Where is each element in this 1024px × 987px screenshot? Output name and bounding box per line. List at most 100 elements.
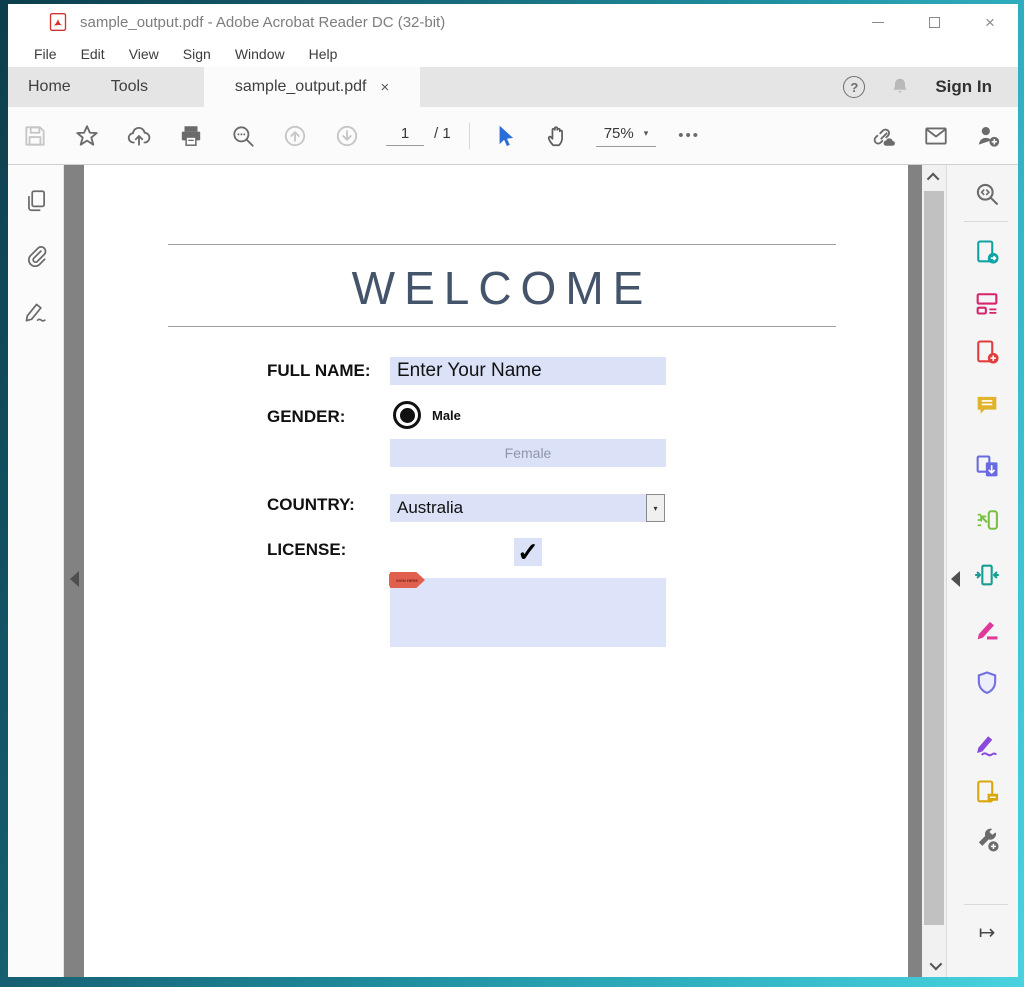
comment-tool[interactable] xyxy=(973,391,1001,419)
gender-male-radio[interactable] xyxy=(393,401,421,429)
window-title: sample_output.pdf - Adobe Acrobat Reader… xyxy=(80,14,445,31)
export-pdf-icon xyxy=(973,238,1001,266)
search-tools-button[interactable] xyxy=(973,180,1001,208)
acrobat-pdf-icon xyxy=(48,12,68,32)
previous-page-button[interactable] xyxy=(282,123,308,149)
page-number-input[interactable]: 1 xyxy=(386,125,424,146)
more-tools-button[interactable] xyxy=(973,826,1001,854)
menu-sign[interactable]: Sign xyxy=(171,46,223,62)
gender-label: GENDER: xyxy=(267,407,345,427)
heading-rule-top xyxy=(168,244,836,245)
protect-tool[interactable] xyxy=(973,669,1001,697)
page-total-label: / 1 xyxy=(434,125,451,142)
full-name-field[interactable]: Enter Your Name xyxy=(390,357,666,385)
select-tool-button[interactable] xyxy=(492,123,518,149)
chevron-down-scroll-icon xyxy=(929,957,942,970)
chevron-down-icon: ▾ xyxy=(644,128,649,139)
collapse-left-pane-arrow[interactable] xyxy=(70,571,79,587)
close-icon: × xyxy=(985,14,995,31)
menu-edit[interactable]: Edit xyxy=(69,46,117,62)
arrow-down-circle-icon xyxy=(334,123,360,149)
close-button[interactable]: × xyxy=(962,4,1018,40)
country-dropdown-button[interactable]: ▾ xyxy=(646,494,665,522)
menu-help[interactable]: Help xyxy=(297,46,350,62)
share-link-button[interactable] xyxy=(871,123,897,149)
fill-sign-pen-icon xyxy=(973,616,1001,644)
send-for-comments-tool[interactable] xyxy=(973,778,1001,806)
create-pdf-icon xyxy=(973,338,1001,366)
email-button[interactable] xyxy=(923,123,949,149)
license-label: LICENSE: xyxy=(267,540,346,560)
search-tools-icon xyxy=(973,180,1001,208)
tab-document[interactable]: sample_output.pdf × xyxy=(204,67,420,107)
scroll-down-button[interactable] xyxy=(922,953,946,977)
zoom-control[interactable]: 75% ▾ xyxy=(596,125,657,147)
document-heading: WELCOME xyxy=(168,261,836,315)
country-label: COUNTRY: xyxy=(267,495,355,515)
scroll-up-button[interactable] xyxy=(922,165,946,189)
panel-divider-bottom xyxy=(964,904,1008,905)
license-checkbox[interactable]: ✓ xyxy=(514,538,542,566)
comment-bubble-icon xyxy=(973,391,1001,419)
menu-bar: File Edit View Sign Window Help xyxy=(8,40,1018,67)
compress-pdf-tool[interactable] xyxy=(973,561,1001,589)
esign-pen-icon xyxy=(973,731,1001,759)
printer-icon xyxy=(178,123,204,149)
scrollbar-thumb[interactable] xyxy=(924,191,944,925)
page-thumbnails-icon[interactable] xyxy=(23,188,49,214)
scan-ocr-tool[interactable] xyxy=(973,506,1001,534)
export-pdf-tool[interactable] xyxy=(973,238,1001,266)
organize-pages-icon xyxy=(973,289,1001,317)
expand-tools-pane-arrow[interactable] xyxy=(951,571,960,587)
cursor-arrow-icon xyxy=(492,123,518,149)
arrow-up-circle-icon xyxy=(282,123,308,149)
minimize-icon xyxy=(872,22,884,23)
open-pane-icon: ↦ xyxy=(979,920,996,945)
save-icon xyxy=(22,123,48,149)
document-comment-icon xyxy=(973,778,1001,806)
vertical-scrollbar[interactable] xyxy=(922,165,946,977)
search-zoom-button[interactable] xyxy=(230,123,256,149)
attachments-paperclip-icon[interactable] xyxy=(23,243,49,269)
signature-pen-icon[interactable] xyxy=(23,299,49,325)
country-dropdown[interactable]: Australia xyxy=(390,494,646,522)
create-pdf-tool[interactable] xyxy=(973,338,1001,366)
sign-in-button[interactable]: Sign In xyxy=(935,77,992,97)
maximize-button[interactable] xyxy=(906,4,962,40)
more-tools-ellipsis-button[interactable]: ••• xyxy=(678,127,700,144)
tab-close-icon[interactable]: × xyxy=(380,79,389,96)
signature-field[interactable] xyxy=(390,578,666,647)
print-button[interactable] xyxy=(178,123,204,149)
menu-window[interactable]: Window xyxy=(223,46,297,62)
save-button[interactable] xyxy=(22,123,48,149)
shield-icon xyxy=(973,669,1001,697)
open-tools-pane-button[interactable]: ↦ xyxy=(973,918,1001,946)
minimize-button[interactable] xyxy=(850,4,906,40)
heading-rule-bottom xyxy=(168,326,836,327)
organize-pages-tool[interactable] xyxy=(973,289,1001,317)
gender-male-option-label: Male xyxy=(432,408,461,423)
next-page-button[interactable] xyxy=(334,123,360,149)
toolbar-divider xyxy=(469,123,470,149)
menu-view[interactable]: View xyxy=(117,46,171,62)
request-esign-tool[interactable] xyxy=(973,731,1001,759)
link-icon xyxy=(871,123,897,149)
right-tools-panel: ↦ xyxy=(946,165,1018,977)
pdf-page: WELCOME FULL NAME: Enter Your Name GENDE… xyxy=(84,165,908,977)
tab-home[interactable]: Home xyxy=(8,67,91,107)
menu-file[interactable]: File xyxy=(22,46,69,62)
maximize-icon xyxy=(929,17,940,28)
hand-tool-button[interactable] xyxy=(544,123,570,149)
document-viewport[interactable]: WELCOME FULL NAME: Enter Your Name GENDE… xyxy=(64,165,922,977)
notifications-bell-icon[interactable] xyxy=(889,76,911,98)
share-cloud-button[interactable] xyxy=(126,123,152,149)
help-icon[interactable]: ? xyxy=(843,76,865,98)
combine-files-tool[interactable] xyxy=(973,453,1001,481)
tab-tools[interactable]: Tools xyxy=(91,67,168,107)
favorite-star-button[interactable] xyxy=(74,123,100,149)
fill-and-sign-tool[interactable] xyxy=(973,616,1001,644)
combine-files-icon xyxy=(973,453,1001,481)
star-icon xyxy=(74,123,100,149)
fill-sign-person-button[interactable] xyxy=(975,123,1001,149)
gender-female-field[interactable]: Female xyxy=(390,439,666,467)
